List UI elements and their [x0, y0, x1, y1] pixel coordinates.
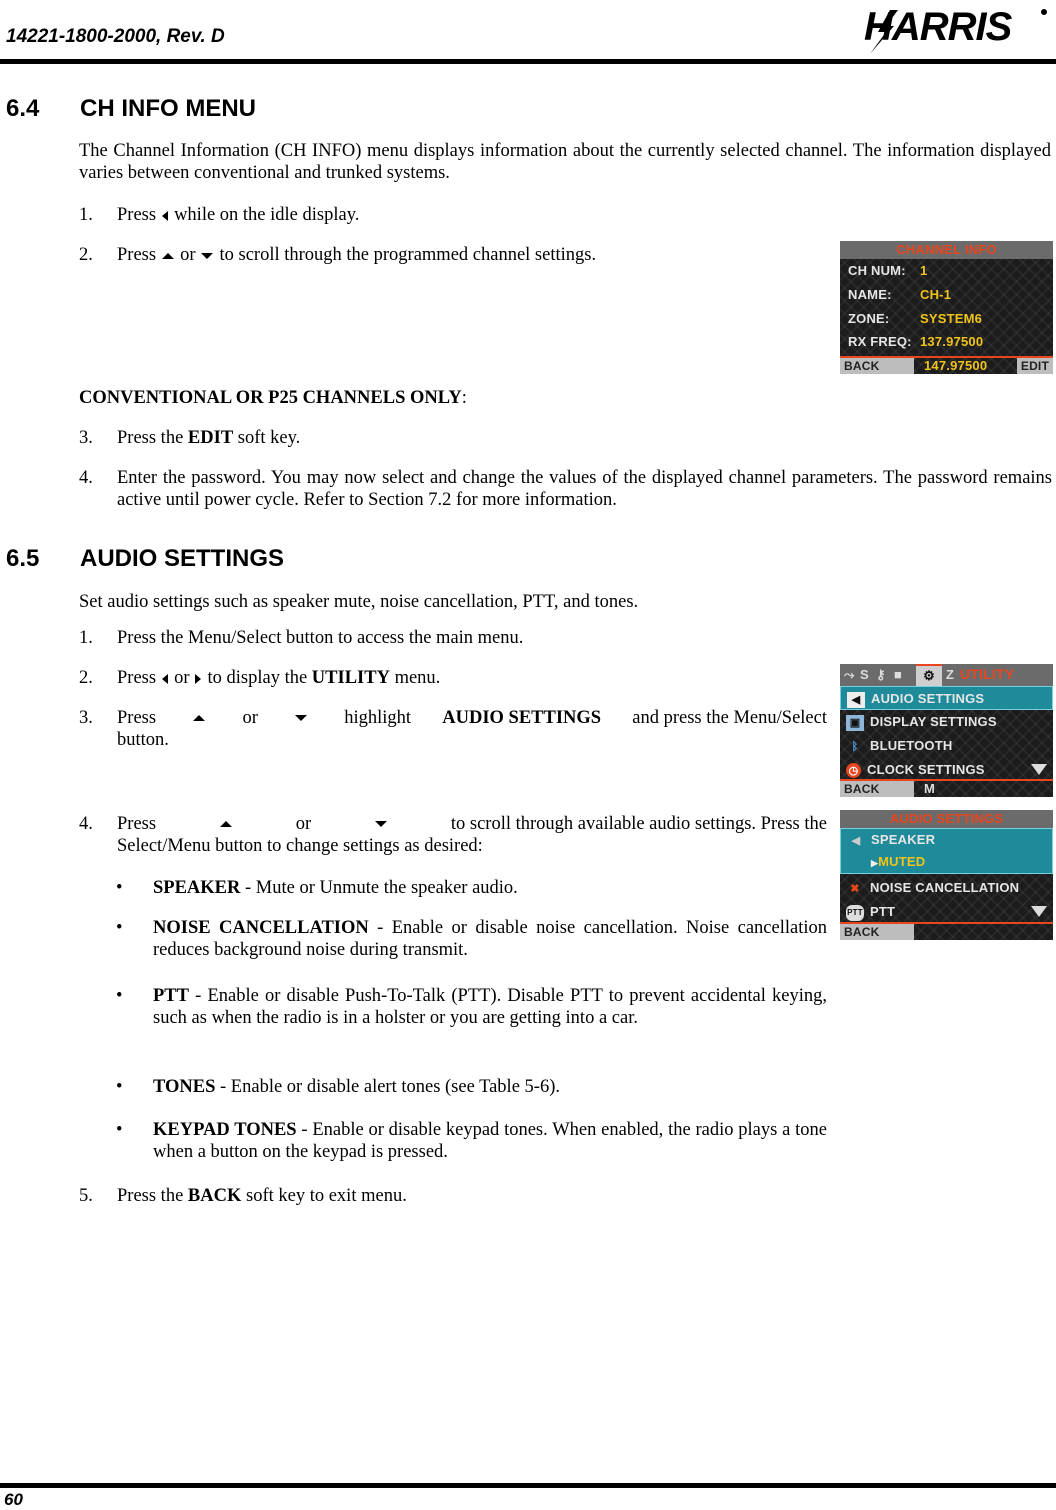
- scroll-down-icon[interactable]: [1031, 764, 1047, 775]
- speaker-muted-icon: ◀: [851, 834, 861, 847]
- display-icon: ▣: [846, 714, 864, 731]
- screen-row-zone: ZONE: SYSTEM6: [848, 311, 983, 326]
- left-arrow-icon: [162, 673, 169, 684]
- down-arrow-icon: [201, 252, 214, 259]
- audio-settings-screen: AUDIO SETTINGS ◀ SPEAKER ▶MUTED ✖ NOISE CA…: [840, 810, 1053, 940]
- header-rule: [0, 59, 1056, 64]
- down-arrow-icon: [295, 715, 308, 721]
- scroll-down-icon[interactable]: [1031, 906, 1047, 917]
- ptt-icon: PTT: [846, 904, 864, 921]
- noise-cancel-icon: ✖: [850, 882, 860, 895]
- menu-item-ptt[interactable]: PTT PTT: [840, 900, 1053, 924]
- section-heading-6-5: 6.5 AUDIO SETTINGS: [6, 545, 285, 572]
- speaker-value: MUTED: [878, 854, 926, 869]
- clock-icon: ◷: [846, 763, 861, 779]
- menu-item-audio-settings[interactable]: ◀ AUDIO SETTINGS: [840, 686, 1053, 710]
- channel-info-screen: CHANNEL INFO CH NUM: 1 NAME: CH-1 ZONE: SYS…: [840, 241, 1053, 374]
- page-number: 60: [4, 1490, 23, 1509]
- screen-title: CHANNEL INFO: [840, 241, 1053, 259]
- message-icon: ■: [894, 667, 903, 682]
- screen-title: AUDIO SETTINGS: [840, 810, 1053, 828]
- footer-rule: [0, 1483, 1056, 1488]
- section-intro-6-5: Set audio settings such as speaker mute,…: [79, 592, 639, 612]
- left-arrow-icon: [162, 210, 169, 221]
- screen-row-name: NAME: CH-1: [848, 287, 952, 302]
- screen-row-rx-freq: RX FREQ: 137.97500: [848, 334, 984, 349]
- key-icon: ⚷: [876, 667, 886, 682]
- speaker-icon: ◀: [847, 691, 865, 708]
- soft-key-back[interactable]: BACK: [840, 924, 914, 940]
- bluetooth-icon: ᛒ: [851, 740, 859, 753]
- menu-item-bluetooth[interactable]: ᛒ BLUETOOTH: [840, 734, 1053, 758]
- section-heading-6-4: 6.4 CH INFO MENU: [6, 95, 256, 122]
- scan-icon: S: [860, 667, 869, 682]
- conventional-heading: CONVENTIONAL OR P25 CHANNELS ONLY:: [79, 388, 467, 408]
- menu-item-noise-cancellation[interactable]: ✖ NOISE CANCELLATION: [840, 876, 1053, 900]
- menu-item-display-settings[interactable]: ▣ DISPLAY SETTINGS: [840, 710, 1053, 734]
- section-intro-6-4: The Channel Information (CH INFO) menu d…: [79, 141, 1051, 183]
- soft-key-back[interactable]: BACK: [840, 358, 914, 374]
- right-arrow-icon: [195, 673, 202, 684]
- menu-item-speaker[interactable]: ◀ SPEAKER ▶MUTED: [840, 828, 1053, 874]
- utility-menu-screen: ⤳ S ⚷ ■ ⚙ Z UTILITY ◀ AUDIO SETTINGS ▣ DIS…: [840, 664, 1053, 797]
- soft-key-edit[interactable]: EDIT: [1016, 358, 1053, 374]
- phone-icon: ⤳: [844, 667, 855, 682]
- up-arrow-icon: [162, 252, 175, 259]
- tab-bar: ⤳ S ⚷ ■ ⚙ Z UTILITY: [840, 664, 1053, 688]
- sleep-icon: Z: [946, 667, 955, 682]
- down-arrow-icon: [375, 821, 388, 827]
- soft-key-menu[interactable]: M: [924, 781, 935, 797]
- gear-icon[interactable]: ⚙: [916, 664, 942, 688]
- harris-logo: HARRIS: [864, 5, 1047, 54]
- screen-row-ch-num: CH NUM: 1: [848, 263, 928, 278]
- up-arrow-icon: [219, 821, 232, 827]
- up-arrow-icon: [193, 715, 206, 721]
- utility-tab-title: UTILITY: [960, 666, 1015, 682]
- soft-key-back[interactable]: BACK: [840, 781, 914, 797]
- document-number: 14221-1800-2000, Rev. D: [6, 26, 225, 47]
- tx-freq-value: 147.97500: [924, 358, 988, 373]
